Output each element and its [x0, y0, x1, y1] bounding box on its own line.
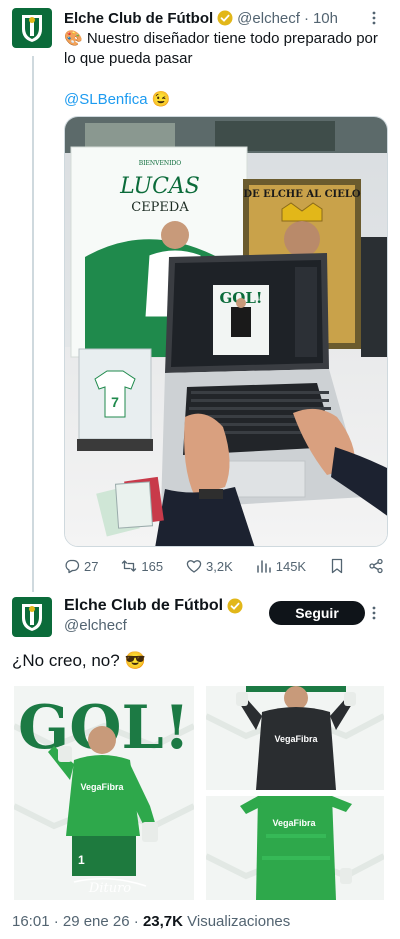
views-label: Visualizaciones: [182, 913, 291, 930]
follow-button[interactable]: Seguir: [269, 601, 365, 625]
timestamp[interactable]: 10h: [313, 10, 338, 27]
post-datetime[interactable]: 16:01 · 29 ene 26 ·: [12, 913, 143, 930]
wink-emoji: 😉: [151, 91, 171, 108]
bookmark-icon: [331, 558, 343, 574]
tweet-text: 🎨 Nuestro diseñador tiene todo preparado…: [64, 30, 378, 67]
tweet-footer: 16:01 · 29 ene 26 · 23,7K Visualizacione…: [12, 912, 290, 932]
photo-tile-1[interactable]: GOL! VegaFibra 1 Dituro: [14, 686, 194, 900]
tweet-photo-grid: GOL! VegaFibra 1 Dituro VegaFibra: [14, 686, 384, 900]
like-count: 3,2K: [206, 558, 233, 574]
share-button[interactable]: [368, 558, 384, 574]
tweet-header: Elche Club de Fútbol @elchecf: [64, 596, 247, 636]
repost-icon: [122, 560, 137, 572]
view-count: 145K: [275, 558, 307, 574]
signature-text: Dituro: [88, 881, 131, 896]
verified-badge-icon: [227, 598, 243, 614]
shirt-number: 7: [111, 394, 119, 410]
repost-button[interactable]: 165: [121, 558, 163, 574]
black-kit-image: VegaFibra: [206, 686, 384, 790]
views-count: 23,7K: [142, 913, 183, 930]
club-crest-icon: [22, 15, 42, 42]
like-button[interactable]: 3,2K: [186, 558, 233, 574]
sponsor-text: VegaFibra: [80, 782, 124, 792]
tweet-photo[interactable]: BIENVENIDO LUCAS CEPEDA DE ELCHE AL CIEL…: [64, 116, 388, 547]
avatar[interactable]: [12, 8, 52, 48]
photo-tile-3[interactable]: VegaFibra: [206, 796, 384, 900]
tweet-text: ¿No creo, no? 😎: [12, 651, 146, 670]
analytics-icon: [256, 560, 271, 573]
poster-name-last: CEPEDA: [131, 200, 189, 215]
share-icon: [369, 558, 383, 574]
verified-badge-icon: [217, 10, 233, 26]
poster-welcome: BIENVENIDO: [139, 160, 182, 167]
kit-number: 1: [78, 853, 85, 867]
avatar[interactable]: [12, 597, 52, 637]
more-options-icon[interactable]: [366, 10, 382, 26]
author-handle[interactable]: @elchecf: [237, 10, 300, 27]
green-kit-image: VegaFibra: [206, 796, 384, 900]
reply-button[interactable]: 27: [64, 558, 98, 574]
reply-icon: [65, 559, 80, 574]
views-button[interactable]: 145K: [256, 558, 306, 574]
photo-tile-2[interactable]: VegaFibra: [206, 686, 384, 790]
heart-icon: [186, 560, 202, 573]
reply-count: 27: [84, 558, 99, 574]
mention-link[interactable]: @SLBenfica: [64, 91, 148, 108]
author-handle[interactable]: @elchecf: [64, 616, 247, 636]
more-options-icon[interactable]: [366, 605, 382, 621]
repost-count: 165: [141, 558, 164, 574]
bookmark-button[interactable]: [329, 558, 345, 574]
poster-name-first: LUCAS: [119, 174, 200, 199]
goalkeeper-celebration-image: GOL! VegaFibra 1 Dituro: [14, 686, 194, 900]
separator: ·: [303, 9, 309, 27]
mention-line: @SLBenfica 😉: [64, 90, 170, 110]
tweet-header: Elche Club de Fútbol @elchecf · 10h: [64, 8, 384, 28]
sponsor-text: VegaFibra: [272, 818, 316, 828]
banner-text: DE ELCHE AL CIELO: [243, 189, 361, 200]
designer-desk-photo: BIENVENIDO LUCAS CEPEDA DE ELCHE AL CIEL…: [65, 117, 387, 546]
author-name[interactable]: Elche Club de Fútbol: [64, 10, 213, 27]
author-name[interactable]: Elche Club de Fútbol: [64, 596, 223, 616]
action-bar: 27 165 3,2K 145K: [64, 556, 384, 576]
thread-line: [32, 56, 34, 592]
sponsor-text: VegaFibra: [274, 734, 318, 744]
club-crest-icon: [22, 604, 42, 631]
